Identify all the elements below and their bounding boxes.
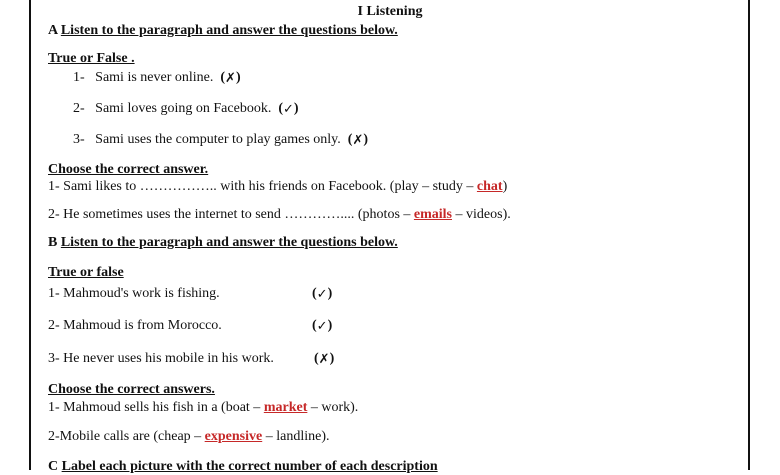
check-icon: ✓ bbox=[283, 102, 294, 117]
section-b-tf-item-2: 2- Mahmoud is from Morocco. bbox=[48, 318, 222, 333]
section-b-letter: B bbox=[48, 235, 58, 250]
answer-mark: (✓) bbox=[278, 101, 299, 117]
answer-mark: (✓) bbox=[312, 318, 333, 334]
item-number: 3- bbox=[73, 132, 85, 147]
section-b-tf-item-1: 1- Mahmoud's work is fishing. bbox=[48, 286, 220, 301]
question-text: 1- Sami likes to …………….. with his friend… bbox=[48, 179, 477, 194]
item-number: 1- bbox=[73, 70, 85, 85]
question-text-end: ) bbox=[502, 179, 508, 194]
section-c-letter: C bbox=[48, 459, 59, 474]
section-c-instruction: Label each picture with the correct numb… bbox=[61, 459, 438, 474]
answer-mark: (✓) bbox=[312, 286, 333, 302]
page-title: I Listening bbox=[357, 4, 423, 19]
section-a-choose-heading: Choose the correct answer. bbox=[48, 162, 209, 177]
correct-answer: chat bbox=[476, 179, 503, 194]
section-a-choose-item-1: 1- Sami likes to …………….. with his friend… bbox=[48, 179, 507, 195]
item-text: Sami loves going on Facebook. bbox=[95, 101, 272, 116]
answer-mark: (✗) bbox=[314, 351, 335, 367]
answer-mark: (✗) bbox=[220, 70, 241, 86]
item-number: 2- bbox=[73, 101, 85, 116]
question-text-end: – landline). bbox=[262, 429, 330, 444]
section-b-choose-item-1: 1- Mahmoud sells his fish in a (boat – m… bbox=[48, 400, 358, 416]
check-icon: ✓ bbox=[316, 287, 328, 302]
page-border-right bbox=[748, 0, 750, 470]
section-b-heading: B Listen to the paragraph and answer the… bbox=[48, 235, 398, 251]
page-border-left bbox=[29, 0, 31, 470]
section-a-tf-item-2: 2- Sami loves going on Facebook. (✓) bbox=[73, 101, 299, 117]
question-text: 2-Mobile calls are (cheap – bbox=[48, 429, 205, 444]
cross-icon: ✗ bbox=[352, 133, 364, 148]
correct-answer: emails bbox=[413, 207, 453, 222]
correct-answer: market bbox=[263, 400, 308, 415]
cross-icon: ✗ bbox=[318, 352, 330, 367]
section-a-letter: A bbox=[48, 23, 58, 38]
check-icon: ✓ bbox=[316, 319, 328, 334]
correct-answer: expensive bbox=[204, 429, 263, 444]
question-text-end: – work). bbox=[307, 400, 359, 415]
cross-icon: ✗ bbox=[225, 71, 236, 86]
section-a-choose-item-2: 2- He sometimes uses the internet to sen… bbox=[48, 207, 511, 223]
question-text: 2- He sometimes uses the internet to sen… bbox=[48, 207, 414, 222]
section-a-tf-item-3: 3- Sami uses the computer to play games … bbox=[73, 132, 368, 148]
section-b-choose-heading: Choose the correct answers. bbox=[48, 382, 215, 397]
section-b-tf-heading: True or false bbox=[48, 265, 124, 280]
section-b-choose-item-2: 2-Mobile calls are (cheap – expensive – … bbox=[48, 429, 329, 445]
section-a-tf-heading: True or False . bbox=[48, 51, 135, 66]
section-a-instruction: Listen to the paragraph and answer the q… bbox=[60, 23, 398, 38]
question-text-end: – videos). bbox=[452, 207, 511, 222]
section-c-heading: C Label each picture with the correct nu… bbox=[48, 459, 438, 475]
section-a-tf-item-1: 1- Sami is never online. (✗) bbox=[73, 70, 241, 86]
item-text: Sami uses the computer to play games onl… bbox=[95, 132, 341, 147]
answer-mark: (✗) bbox=[347, 132, 369, 148]
item-text: Sami is never online. bbox=[95, 70, 214, 85]
section-a-heading: A Listen to the paragraph and answer the… bbox=[48, 23, 398, 39]
question-text: 1- Mahmoud sells his fish in a (boat – bbox=[48, 400, 264, 415]
section-b-instruction: Listen to the paragraph and answer the q… bbox=[60, 235, 398, 250]
section-b-tf-item-3: 3- He never uses his mobile in his work. bbox=[48, 351, 274, 366]
